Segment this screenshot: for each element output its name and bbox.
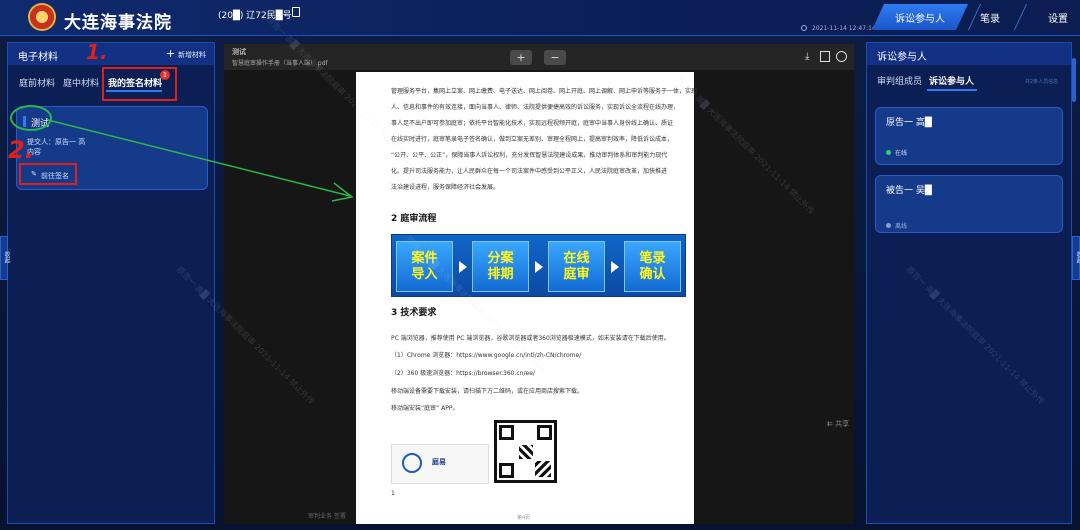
scrollbar[interactable] [1072,58,1076,102]
doc-tech-line: 移动端安装“庭审” APP。 [391,405,459,412]
participant-name: 被告一 吴█ [886,186,932,196]
doc-paragraph-line: 法治建设进程，服务保障经济社会发展。 [391,184,500,191]
doc-paragraph-line: 人、信息和事件的有效连接，面向当事人、律师、法院提供便捷高效的诉讼服务，实现诉讼… [391,104,680,111]
step-line: 在线 [563,250,590,266]
datetime-text: 2021-11-14 12:47:14 [812,25,876,32]
step-line: 分案 [487,250,514,266]
materials-panel: 电子材料 + 新增材料 庭前材料 庭中材料 我的签名材料 1 测试 提交人：原告… [7,42,215,524]
step-line: 导入 [411,266,438,282]
qr-finder [499,463,514,478]
handle-label: 收起 [3,251,10,263]
arrow-icon [535,261,543,273]
doc-tech-line: （1）Chrome 浏览器：https://www.google.cn/intl… [391,352,582,359]
highlight-box-sign [19,163,77,185]
share-button[interactable]: ⇇ 共享 [827,419,849,429]
section-heading: 3 技术要求 [391,308,437,318]
app-card: 庭易 [391,444,489,484]
datetime: 2021-11-14 12:47:14 [802,25,876,32]
doc-title: 测试 [232,48,246,56]
page-number: 第4页 [517,515,531,521]
status-dot-online [886,150,891,155]
nav-separator [1013,4,1028,30]
doc-tech-line: PC 端浏览器，推荐使用 PC 端浏览器，谷歌浏览器或者360浏览器极速模式，如… [391,335,670,342]
highlight-circle-card [10,105,52,131]
doc-paragraph-line: 化。提升司法服务能力，让人民群众在每一个司法案件中感受到公平正义，人民法院庭审改… [391,168,668,175]
viewer-toolbar: 测试 智慧庭审操作手册（当事人端）.pdf + − ⤓ [224,44,854,70]
handle-label: 收起 [1075,251,1080,263]
participant-status: 在线 [895,150,908,157]
step-line: 确认 [639,266,666,282]
nav-tab-transcript[interactable]: 笔录 [968,4,1012,30]
app-root: 大连海事法院 (20█) 辽72民█号 2021-11-14 12:47:14 … [0,0,1080,530]
zoom-in-icon[interactable]: + [510,50,532,65]
participant-card[interactable]: 被告一 吴█ 离线 [875,175,1063,233]
submitter-label: 提交人：原告一 高 [27,138,86,146]
active-tab-underline [927,89,977,91]
step-line: 笔录 [639,250,666,266]
step-online-trial: 在线 庭审 [548,241,605,292]
qr-finder [537,425,552,440]
add-icon[interactable]: + [166,47,175,60]
download-icon[interactable]: ⤓ [805,51,809,62]
document-icon[interactable] [292,7,300,17]
app-name: 庭易 [432,458,446,466]
add-material-button[interactable]: 新增材料 [178,50,206,60]
doc-tech-line: （2）360 极速浏览器：https://browser.360.cn/ee/ [391,370,535,377]
participants-panel: 诉讼参与人 审判组成员 诉讼参与人 共2条人员信息 原告一 高█ 在线 被告一 … [866,42,1072,524]
participant-card[interactable]: 原告一 高█ 在线 [875,107,1063,165]
nav-tab-settings[interactable]: 设置 [1036,4,1080,30]
panel-title: 电子材料 [18,52,58,63]
zoom-out-icon[interactable]: − [544,50,566,65]
qr-code [494,420,557,483]
doc-paragraph-line: “公开、公平、公正”，保障当事人诉讼权利，充分发挥智慧法院建设成果，推动审判体系… [391,152,668,159]
case-number: (20█) 辽72民█号 [218,11,292,21]
power-icon[interactable] [836,51,847,62]
app-logo-icon [402,453,422,473]
status-dot-offline [886,223,891,228]
section-heading: 2 庭审流程 [391,214,437,224]
doc-foot-marker: 1 [391,490,395,497]
arrow-icon [611,261,619,273]
qr-modules [535,461,551,477]
annotation-mark-1: 1. [86,40,108,64]
right-collapse-handle[interactable]: 收起 [1072,236,1080,280]
share-label: 共享 [835,420,850,428]
participant-count-hint: 共2条人员信息 [1025,79,1059,85]
qr-modules [519,445,533,459]
panel-title: 诉讼参与人 [877,52,927,63]
doc-filename: 智慧庭审操作手册（当事人端）.pdf [232,60,328,67]
doc-paragraph-line: 在线实时进行，庭审笔录电子签名确认，做到立案无差别、审理全程网上，提高审判效率，… [391,136,674,143]
participant-status: 离线 [895,223,908,230]
qr-finder [499,425,514,440]
top-header: 大连海事法院 (20█) 辽72民█号 2021-11-14 12:47:14 … [0,0,1080,36]
tab-pretrial-materials[interactable]: 庭前材料 [19,76,55,89]
doc-paragraph-line: 管理服务平台，集网上立案、网上缴费、电子送达、网上阅卷、网上开庭、网上调解、网上… [391,88,698,95]
annotation-mark-2: 2. [8,136,34,164]
tab-intrial-materials[interactable]: 庭中材料 [63,76,99,89]
viewer-caption: 审判业务 签署 [308,513,346,520]
arrow-icon [459,261,467,273]
app-title: 大连海事法院 [64,13,172,33]
tab-panel-members[interactable]: 审判组成员 [877,74,922,87]
step-line: 案件 [411,250,438,266]
step-line: 排期 [487,266,514,282]
tab-litigation-participants[interactable]: 诉讼参与人 [929,74,974,87]
process-banner: 案件 导入 分案 排期 在线 庭审 笔录 确认 [391,234,686,297]
court-emblem-logo [30,5,54,29]
highlight-box-tab [102,67,177,101]
doc-tech-line: 移动端设备需要下载安装，请扫描下方二维码，或在应用商店搜索下载。 [391,388,584,395]
step-case-assign: 分案 排期 [472,241,529,292]
print-icon[interactable] [820,51,830,62]
step-line: 庭审 [563,266,590,282]
step-case-import: 案件 导入 [396,241,453,292]
nav-tab-participants[interactable]: 诉讼参与人 [872,4,968,30]
left-collapse-handle[interactable]: 收起 [0,236,10,280]
step-transcript-confirm: 笔录 确认 [624,241,681,292]
participant-name: 原告一 高█ [886,118,932,128]
doc-paragraph-line: 事人足不出户即可参加庭审；依托平台智能化技术，实现远程视频开庭，庭审中当事人身份… [391,120,674,127]
